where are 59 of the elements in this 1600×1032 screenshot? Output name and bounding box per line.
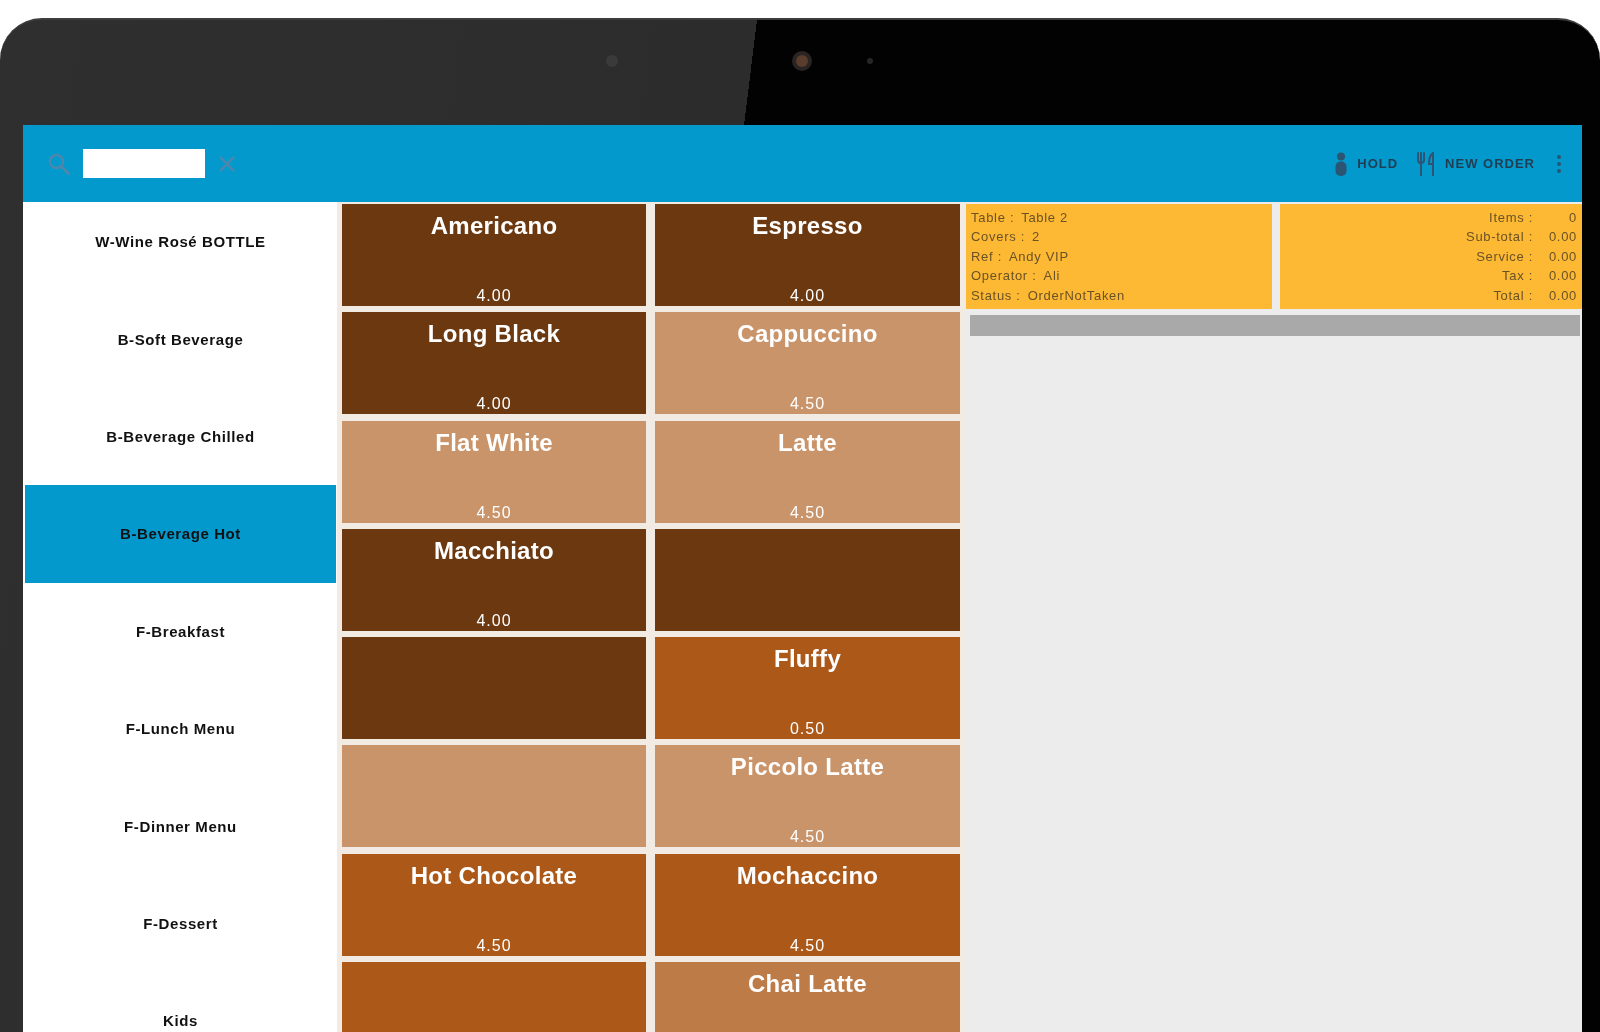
info-value: 2 [1032,228,1040,247]
product-name: Hot Chocolate [410,862,578,889]
product-price: 4.00 [476,611,512,630]
total-value: 0.00 [1547,228,1577,247]
product-tile[interactable]: Long Black 4.00 [342,312,646,415]
product-price: 4.50 [476,936,512,955]
product-price: 4.50 [476,503,512,522]
info-label: Ref : [971,247,1002,266]
camera-lens-icon [792,51,812,71]
product-tile[interactable]: Macchiato 4.00 [342,528,646,631]
sensor-dot-icon [867,58,873,64]
product-price: 4.50 [789,395,826,414]
product-name: Americano [430,213,558,239]
product-tile[interactable]: Espresso 4.00 [655,204,960,306]
product-price: 4.00 [789,287,826,305]
info-value: OrderNotTaken [1027,286,1125,305]
info-label: Operator : [971,267,1037,286]
product-price: 4.00 [476,287,512,305]
product-name: Cappuccino [737,321,878,348]
info-label: Table : [971,209,1015,227]
product-name: Fluffy [773,646,842,673]
info-value: Ali [1043,267,1061,286]
product-name: Chai Latte [748,971,867,998]
product-price: 4.50 [789,936,826,955]
total-label: Items : [1489,209,1533,227]
product-tile[interactable]: Fluffy 0.50 [655,637,960,740]
product-tile[interactable]: Americano 4.00 [342,204,646,306]
product-name: Espresso [752,213,863,239]
product-name: Macchiato [433,537,555,564]
product-name: Flat White [435,429,553,456]
info-label: Status : [971,286,1021,305]
info-value: Andy VIP [1008,247,1069,266]
product-price: 0.50 [789,720,826,739]
product-price: 4.50 [789,503,826,522]
product-name: Long Black [427,321,561,348]
search-field[interactable] [83,149,205,178]
product-name: Latte [778,429,837,456]
total-value: 0.00 [1547,247,1577,266]
product-name: Piccolo Latte [730,754,885,781]
total-label: Total : [1493,286,1533,305]
product-tile[interactable]: Hot Chocolate 4.50 [342,853,646,956]
total-label: Sub-total : [1466,228,1533,247]
product-tile[interactable]: Mochaccino 4.50 [655,853,960,956]
close-icon[interactable] [219,155,235,172]
total-label: Tax : [1502,267,1533,286]
total-value: 0.00 [1547,267,1577,286]
total-value: 0.00 [1547,286,1577,305]
info-value: Table 2 [1021,209,1069,227]
total-label: Service : [1476,247,1533,266]
total-value: 0 [1568,209,1577,227]
category-item[interactable]: B-Beverage Hot [25,485,336,583]
person-icon [1334,151,1349,176]
product-price: 4.00 [476,395,512,414]
menu-icon[interactable] [1557,154,1561,173]
cutlery-icon [1416,151,1437,176]
product-price: 4.50 [789,828,826,847]
search-icon [48,152,70,175]
product-name: Mochaccino [736,862,879,889]
info-label: Covers : [971,228,1025,247]
